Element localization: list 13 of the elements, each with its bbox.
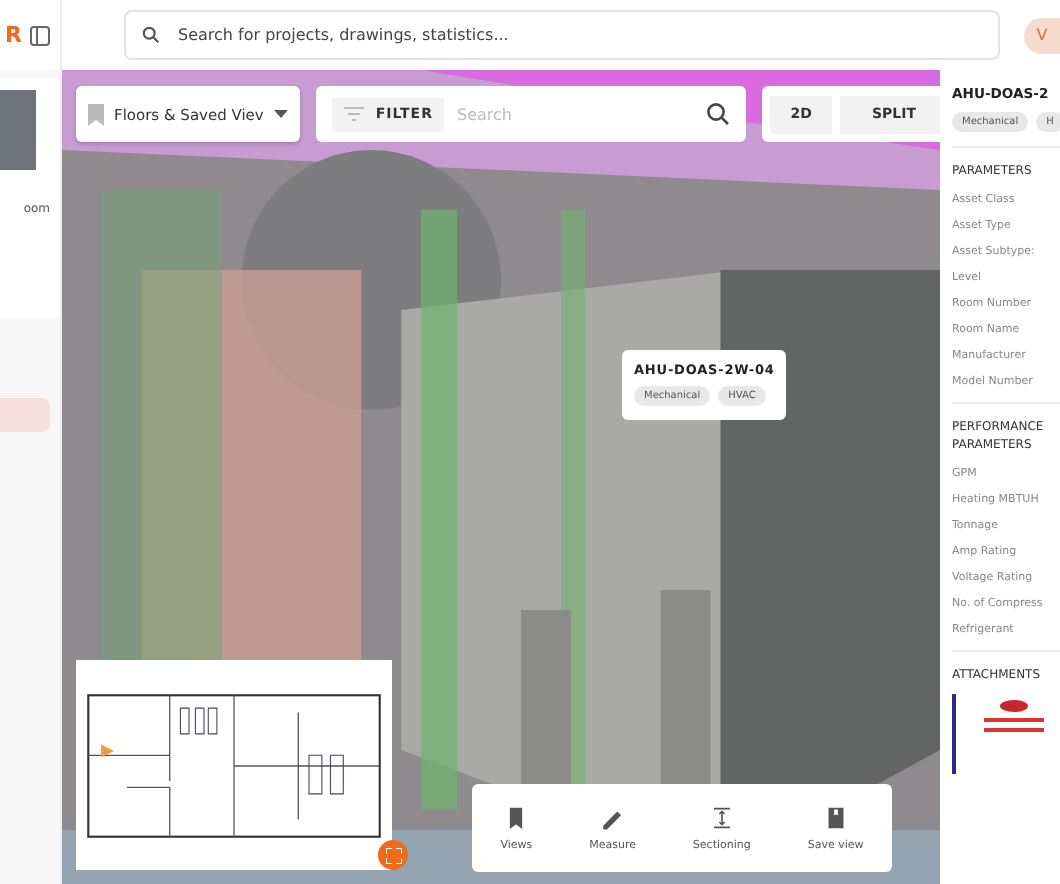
section-icon bbox=[709, 805, 734, 829]
search-field[interactable]: Search for projects, drawings, statistics... bbox=[124, 10, 1000, 60]
floor-plan-minimap[interactable] bbox=[76, 660, 392, 870]
expand-icon bbox=[385, 847, 401, 863]
photo-placeholder bbox=[0, 90, 36, 170]
logo-text: R bbox=[5, 22, 22, 48]
search-icon[interactable] bbox=[706, 102, 731, 126]
panel-toggle-icon[interactable] bbox=[30, 25, 50, 45]
filter-icon bbox=[343, 106, 364, 122]
search-icon bbox=[142, 26, 160, 44]
save-icon bbox=[823, 805, 848, 829]
bookmark-icon bbox=[88, 103, 104, 125]
caret-icon bbox=[273, 110, 288, 118]
